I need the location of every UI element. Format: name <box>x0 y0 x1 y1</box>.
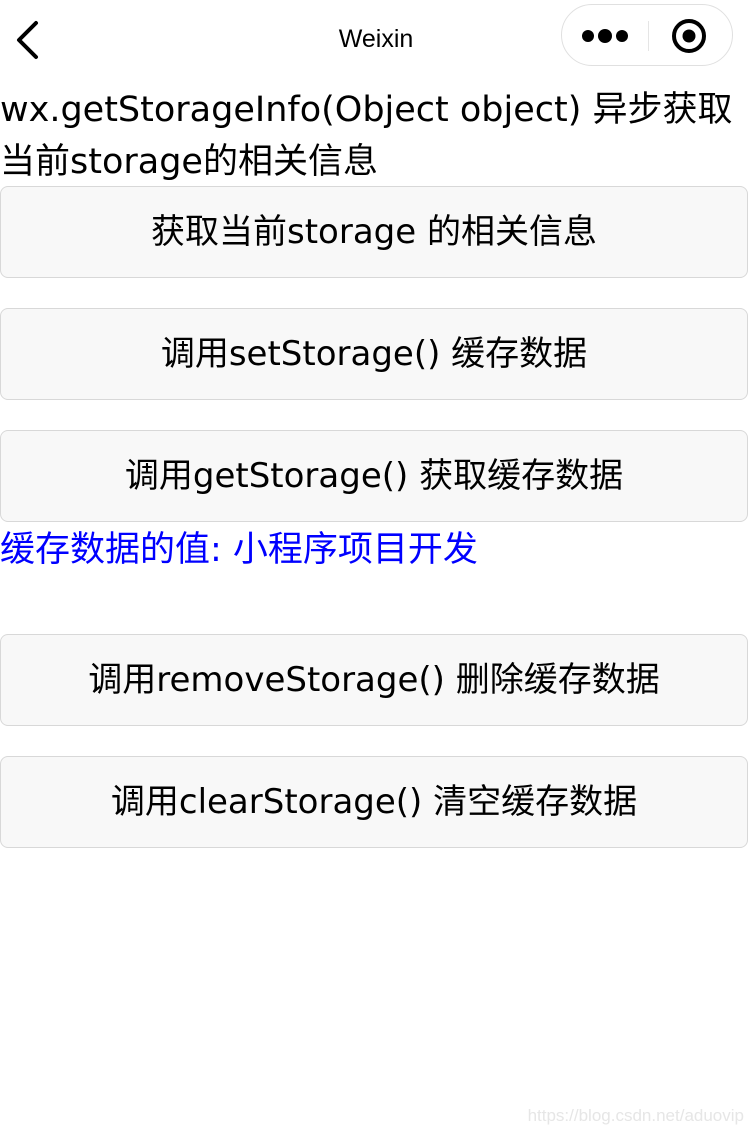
get-storage-info-button[interactable]: 获取当前storage 的相关信息 <box>0 186 748 278</box>
clear-storage-button[interactable]: 调用clearStorage() 清空缓存数据 <box>0 756 748 848</box>
more-button[interactable] <box>574 11 636 61</box>
watermark: https://blog.csdn.net/aduovip <box>527 1106 744 1125</box>
navigation-bar: Weixin <box>0 0 752 80</box>
more-dots-icon <box>582 29 628 43</box>
close-circle-icon <box>672 19 706 53</box>
remove-storage-button[interactable]: 调用removeStorage() 删除缓存数据 <box>0 634 748 726</box>
get-storage-button[interactable]: 调用getStorage() 获取缓存数据 <box>0 430 748 522</box>
cached-value-text: 缓存数据的值: 小程序项目开发 <box>0 530 478 570</box>
menu-capsule <box>561 4 733 66</box>
api-description: wx.getStorageInfo(Object object) 异步获取当前s… <box>0 90 733 182</box>
close-button[interactable] <box>662 11 720 61</box>
set-storage-button[interactable]: 调用setStorage() 缓存数据 <box>0 308 748 400</box>
capsule-divider <box>648 21 649 51</box>
